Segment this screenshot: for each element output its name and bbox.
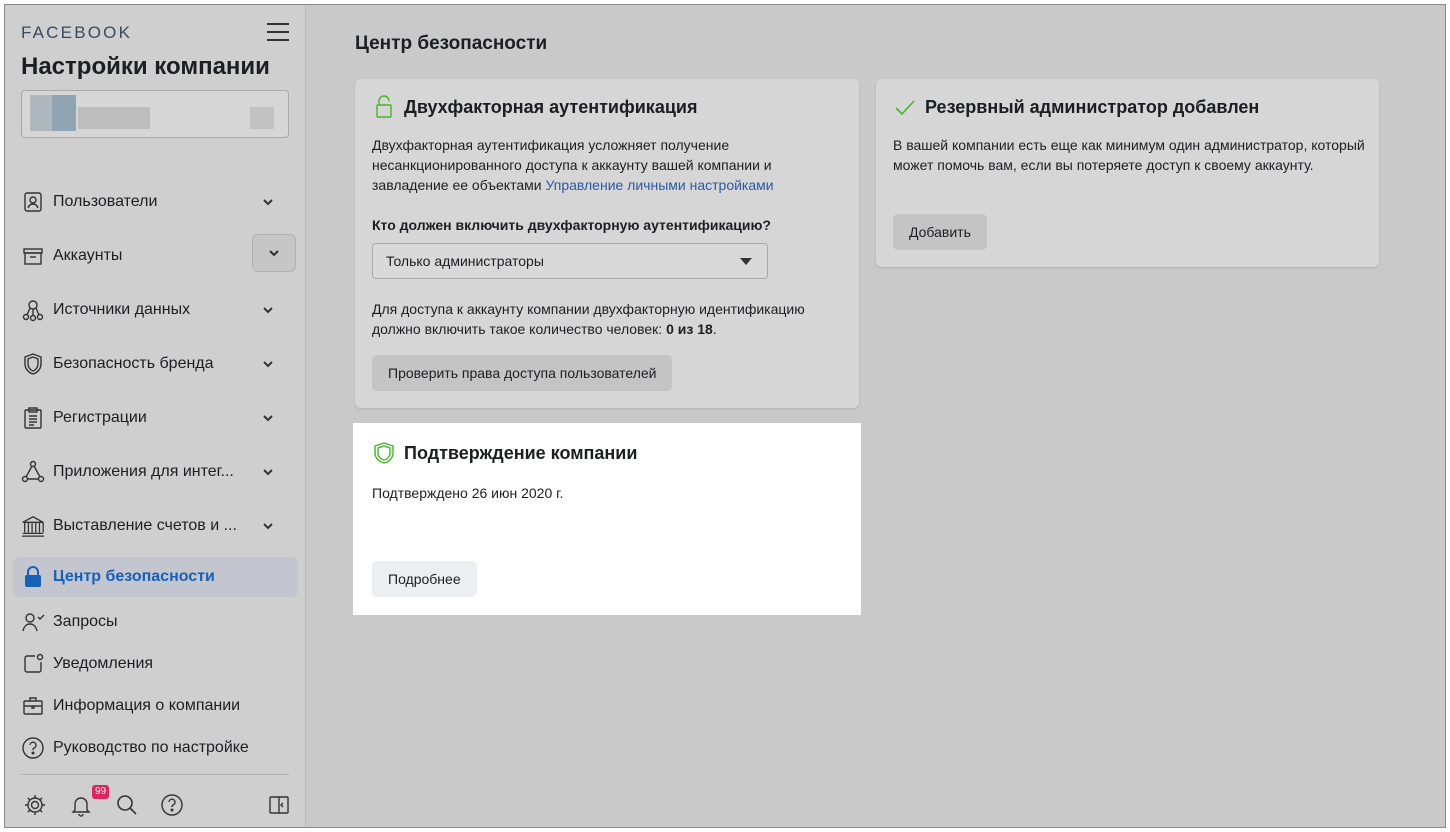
card-title: Двухфакторная аутентификация [404,96,698,117]
card-title: Резервный администратор добавлен [925,96,1260,117]
integrations-icon [21,460,45,484]
users-icon [21,190,45,214]
sidebar-item-requests[interactable]: Запросы [13,601,298,643]
blurred-business-id [250,107,274,129]
sidebar-item-users[interactable]: Пользователи [13,175,298,229]
sidebar-item-label: Информация о компании [53,697,241,714]
sidebar-item-label: Безопасность бренда [53,355,214,372]
gear-icon[interactable] [23,793,47,817]
chevron-down-icon [269,250,279,257]
accounts-icon [21,244,45,268]
chevron-down-icon[interactable] [258,462,278,482]
card-title: Подтверждение компании [404,442,638,463]
sidebar-item-integrations[interactable]: Приложения для интег... [13,445,298,499]
learn-more-button[interactable]: Подробнее [372,561,477,597]
blurred-business-name [78,107,150,129]
sidebar-nav: Пользователи Аккаунты Источники данных Б… [13,175,298,769]
business-verification-card: Подтверждение компании Подтверждено 26 и… [355,425,859,613]
notifications-icon [21,652,45,676]
expand-button[interactable] [252,234,296,272]
blurred-business-logo-part [52,95,76,131]
sidebar-item-label: Пользователи [53,193,158,210]
clipboard-icon [21,406,45,430]
backup-admin-card: Резервный администратор добавлен В вашей… [876,79,1379,267]
lock-icon [21,565,45,589]
sidebar-item-data-sources[interactable]: Источники данных [13,283,298,337]
manage-settings-link[interactable]: Управление личными настройками [545,177,773,193]
page-heading: Настройки компании [21,53,270,80]
shield-icon [21,352,45,376]
two-factor-card: Двухфакторная аутентификация Двухфакторн… [355,79,859,408]
sidebar-item-label: Запросы [53,613,118,630]
add-admin-button[interactable]: Добавить [893,214,987,250]
search-icon[interactable] [115,793,139,817]
sidebar-item-label: Уведомления [53,655,154,672]
sidebar-item-registrations[interactable]: Регистрации [13,391,298,445]
app-window: FACEBOOK Настройки компании Пользователи… [4,4,1446,828]
requests-icon [21,610,45,634]
chevron-down-icon[interactable] [258,192,278,212]
data-sources-icon [21,298,45,322]
unlock-icon [376,95,392,118]
chevron-down-icon[interactable] [258,300,278,320]
help-icon [21,736,45,760]
main-content: Центр безопасности Двухфакторная аутенти… [306,5,1445,827]
caret-down-icon [740,258,752,265]
checkmark-icon [895,100,915,116]
access-count: 0 из 18 [666,321,713,337]
access-requirement-text: Для доступа к аккаунту компании двухфакт… [372,301,805,337]
shield-check-icon [374,442,394,464]
verification-status: Подтверждено 26 июн 2020 г. [372,485,564,501]
sidebar-item-label: Источники данных [53,301,191,318]
chevron-down-icon[interactable] [258,516,278,536]
who-must-enable-select[interactable]: Только администраторы [372,243,768,279]
facebook-logo: FACEBOOK [21,23,133,42]
notification-badge: 99 [92,785,110,799]
sidebar-item-brand-safety[interactable]: Безопасность бренда [13,337,298,391]
sidebar-footer: 99 [21,774,289,817]
chevron-down-icon[interactable] [258,354,278,374]
sidebar-item-accounts[interactable]: Аккаунты [13,229,298,283]
sidebar-item-business-info[interactable]: Информация о компании [13,685,298,727]
question-label: Кто должен включить двухфакторную аутент… [372,217,771,233]
business-selector[interactable] [21,90,289,138]
billing-icon [21,514,45,538]
check-user-access-button[interactable]: Проверить права доступа пользователей [372,355,673,391]
sidebar-item-label: Выставление счетов и ... [53,517,237,534]
collapse-sidebar-icon[interactable] [267,793,291,817]
menu-icon[interactable] [267,23,289,41]
help-icon[interactable] [160,793,184,817]
sidebar-item-security-center[interactable]: Центр безопасности [13,557,298,597]
sidebar-item-billing[interactable]: Выставление счетов и ... [13,499,298,553]
card-description: Двухфакторная аутентификация усложняет п… [372,135,792,195]
sidebar-item-notifications[interactable]: Уведомления [13,643,298,685]
sidebar-item-label: Регистрации [53,409,147,426]
sidebar-item-label: Руководство по настройке [53,739,249,756]
card-description: В вашей компании есть еще как минимум од… [893,137,1365,173]
sidebar-item-label: Приложения для интег... [53,463,234,480]
briefcase-icon [21,694,45,718]
sidebar-item-label: Центр безопасности [53,568,215,585]
bell-icon[interactable] [69,793,93,817]
access-text: Для доступа к аккаунту компании двухфакт… [372,301,805,337]
sidebar-item-label: Аккаунты [53,247,123,264]
sidebar: FACEBOOK Настройки компании Пользователи… [5,5,306,827]
sidebar-item-setup-guide[interactable]: Руководство по настройке [13,727,298,769]
select-value: Только администраторы [386,253,544,269]
chevron-down-icon[interactable] [258,408,278,428]
page-title: Центр безопасности [355,33,548,54]
